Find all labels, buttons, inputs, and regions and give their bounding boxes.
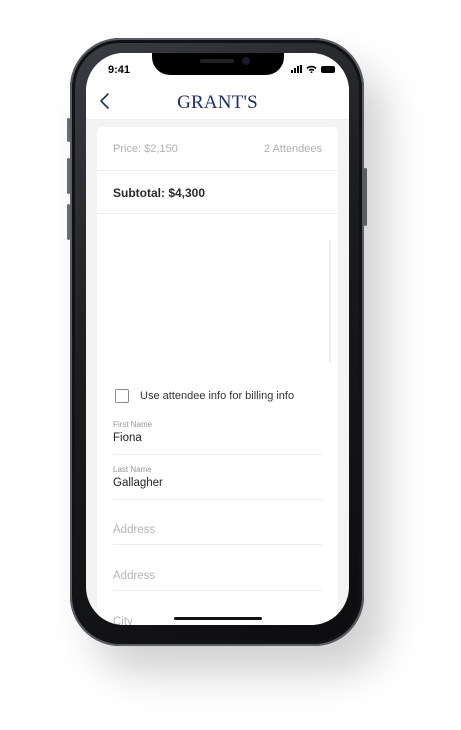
last-name-field[interactable]: Last Name Gallagher: [113, 465, 322, 500]
speaker-grille: [200, 59, 234, 63]
power-button: [364, 168, 367, 226]
subtotal-text: Subtotal: $4,300: [113, 186, 206, 200]
price-row: Price: $2,150 2 Attendees: [113, 143, 322, 155]
checkbox-label: Use attendee info for billing info: [140, 390, 295, 402]
system-icons: [291, 65, 335, 73]
wifi-icon: [306, 65, 317, 73]
front-camera: [242, 57, 250, 65]
last-name-label: Last Name: [113, 465, 152, 474]
address-line2-field[interactable]: Address: [113, 570, 322, 591]
address-line2-placeholder[interactable]: Address: [113, 570, 322, 582]
battery-icon: [321, 65, 335, 73]
brand-logo: GRANT'S: [177, 92, 258, 113]
cellular-signal-icon: [291, 65, 302, 73]
first-name-value[interactable]: Fiona: [113, 432, 322, 444]
scrollbar[interactable]: [329, 239, 331, 363]
address-line1-placeholder[interactable]: Address: [113, 524, 322, 536]
home-indicator: [174, 617, 262, 620]
divider: [97, 213, 338, 214]
phone-screen: 9:41 GRANT'S Price: $2,150 2 Attendees S…: [86, 53, 349, 625]
order-card: Price: $2,150 2 Attendees Subtotal: $4,3…: [97, 127, 338, 625]
address-line1-field[interactable]: Address: [113, 524, 322, 545]
nav-bar: GRANT'S: [86, 87, 349, 120]
notch: [152, 53, 284, 75]
use-attendee-info-checkbox[interactable]: [115, 389, 129, 403]
divider: [97, 170, 338, 171]
first-name-field[interactable]: First Name Fiona: [113, 420, 322, 455]
first-name-label: First Name: [113, 420, 153, 429]
price-text: Price: $2,150: [113, 143, 178, 155]
use-attendee-info-option[interactable]: Use attendee info for billing info: [115, 389, 294, 403]
last-name-value[interactable]: Gallagher: [113, 477, 322, 489]
status-time: 9:41: [108, 64, 131, 76]
attendees-count: 2 Attendees: [263, 143, 322, 155]
